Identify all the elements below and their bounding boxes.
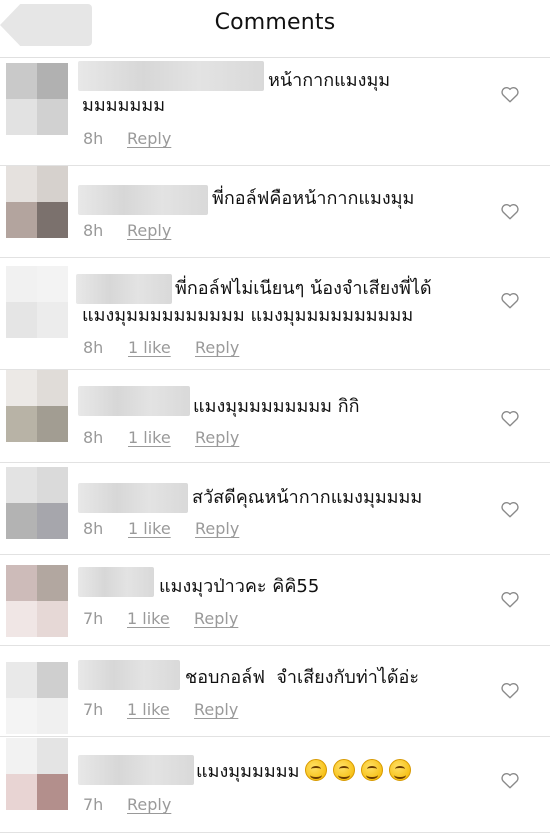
timestamp: 8h	[83, 519, 104, 538]
avatar[interactable]	[6, 166, 68, 238]
avatar[interactable]	[6, 565, 68, 637]
smiling-face-emoji	[389, 759, 412, 781]
comment-text: พี่กอล์ฟไม่เนียนๆ น้องจำเสียงพี่ได้	[175, 278, 432, 299]
avatar[interactable]	[6, 738, 68, 810]
timestamp: 8h	[83, 338, 104, 357]
comment-item: แมงมุมมมมมมมม กิกิ 8h 1 like Reply	[0, 370, 550, 463]
comment-text: หน้ากากแมงมุม	[268, 70, 391, 91]
smiling-face-emoji	[305, 759, 328, 781]
likes-link[interactable]: 1 like	[127, 609, 170, 628]
comment-item: ชอบกอล์ฟ จำเสียงกับท่าได้อ่ะ 7h 1 like R…	[0, 646, 550, 737]
reply-link[interactable]: Reply	[194, 609, 238, 628]
avatar[interactable]	[6, 662, 68, 734]
comment-item: แมงมุวป่าวคะ คิคิ55 7h 1 like Reply	[0, 555, 550, 646]
heart-outline-icon[interactable]	[500, 681, 520, 699]
comment-text: ชอบกอล์ฟ จำเสียงกับท่าได้อ่ะ	[185, 667, 420, 688]
username[interactable]	[78, 660, 180, 690]
reply-link[interactable]: Reply	[127, 221, 171, 240]
comment-item: สวัสดีคุณหน้ากากแมงมุมมมม 8h 1 like Repl…	[0, 463, 550, 555]
timestamp: 8h	[83, 428, 104, 447]
heart-outline-icon[interactable]	[500, 500, 520, 518]
reply-link[interactable]: Reply	[195, 428, 239, 447]
comment-text: แมงมุมมมมม	[196, 757, 412, 787]
comment-text-continued: แมงมุมมมมมมมมมม แมงมุมมมมมมมมมม	[82, 305, 414, 326]
avatar[interactable]	[6, 63, 68, 135]
comment-text: สวัสดีคุณหน้ากากแมงมุมมมม	[192, 487, 423, 508]
reply-link[interactable]: Reply	[195, 519, 239, 538]
reply-link[interactable]: Reply	[195, 338, 239, 357]
comment-item: พี่กอล์ฟคือหน้ากากแมงมุม 8h Reply	[0, 166, 550, 258]
avatar[interactable]	[6, 467, 68, 539]
timestamp: 8h	[83, 129, 104, 148]
likes-link[interactable]: 1 like	[128, 428, 171, 447]
avatar[interactable]	[6, 370, 68, 442]
navigation-bar: Comments	[0, 0, 550, 58]
username[interactable]	[76, 274, 172, 304]
heart-outline-icon[interactable]	[500, 85, 520, 103]
username[interactable]	[78, 386, 190, 416]
heart-outline-icon[interactable]	[500, 771, 520, 789]
avatar[interactable]	[6, 266, 68, 338]
comment-text: พี่กอล์ฟคือหน้ากากแมงมุม	[212, 188, 415, 209]
reply-link[interactable]: Reply	[194, 700, 238, 719]
timestamp: 7h	[83, 700, 104, 719]
heart-outline-icon[interactable]	[500, 291, 520, 309]
likes-link[interactable]: 1 like	[128, 338, 171, 357]
reply-link[interactable]: Reply	[127, 129, 171, 148]
heart-outline-icon[interactable]	[500, 202, 520, 220]
smiling-face-emoji	[333, 759, 356, 781]
comment-item: แมงมุมมมมม 7h Reply	[0, 737, 550, 833]
comment-text-continued: มมมมมมม	[82, 95, 166, 116]
comment-item: หน้ากากแมงมุม มมมมมมม 8h Reply	[0, 58, 550, 166]
likes-link[interactable]: 1 like	[128, 519, 171, 538]
heart-outline-icon[interactable]	[500, 409, 520, 427]
timestamp: 7h	[83, 795, 104, 814]
comment-text: แมงมุวป่าวคะ คิคิ55	[159, 576, 320, 597]
timestamp: 7h	[83, 609, 104, 628]
likes-link[interactable]: 1 like	[127, 700, 170, 719]
username[interactable]	[78, 61, 264, 91]
username[interactable]	[78, 755, 194, 785]
username[interactable]	[78, 185, 208, 215]
username[interactable]	[78, 483, 188, 513]
comment-text-label: แมงมุมมมมม	[196, 761, 300, 782]
heart-outline-icon[interactable]	[500, 590, 520, 608]
comment-item: พี่กอล์ฟไม่เนียนๆ น้องจำเสียงพี่ได้ แมงม…	[0, 258, 550, 370]
comment-text: แมงมุมมมมมมมม กิกิ	[193, 396, 360, 417]
smiling-face-emoji	[361, 759, 384, 781]
page-title: Comments	[214, 10, 336, 35]
username[interactable]	[78, 567, 154, 597]
reply-link[interactable]: Reply	[127, 795, 171, 814]
timestamp: 8h	[83, 221, 104, 240]
